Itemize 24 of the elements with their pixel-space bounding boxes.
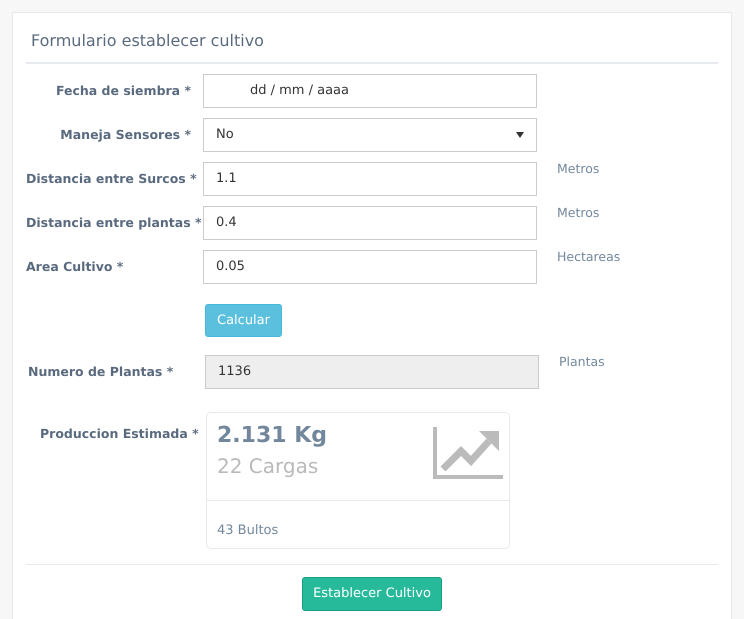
unit-label: Hectareas <box>557 248 620 266</box>
input-field[interactable]: 0.05 <box>203 250 537 284</box>
bundles-value: 43 Bultos <box>217 522 278 540</box>
unit-label: Metros <box>557 204 600 222</box>
unit-label: Plantas <box>559 353 605 371</box>
select-field[interactable]: No <box>203 118 537 152</box>
readonly-field: 1136 <box>205 355 539 389</box>
field-label: Fecha de siembra * <box>56 82 191 100</box>
unit-label: Metros <box>557 160 600 178</box>
field-label: Numero de Plantas * <box>28 362 174 381</box>
field-label: Maneja Sensores * <box>60 126 191 144</box>
form-title: Formulario establecer cultivo <box>26 29 718 64</box>
line-chart-icon <box>433 427 503 481</box>
field-label: Distancia entre Surcos * <box>26 170 197 188</box>
field-label: Distancia entre plantas * <box>26 214 202 232</box>
dropdown-arrow-icon <box>516 132 524 138</box>
date-field[interactable]: dd / mm / aaaa <box>203 74 537 108</box>
input-field[interactable]: 0.4 <box>203 206 537 240</box>
loads-value: 22 Cargas <box>217 453 320 480</box>
date-placeholder: dd / mm / aaaa <box>250 82 349 100</box>
field-label: Produccion Estimada * <box>40 426 199 441</box>
input-field[interactable]: 1.1 <box>203 162 537 196</box>
field-label: Area Cultivo * <box>26 258 124 276</box>
weight-value: 2.131 Kg <box>217 422 328 450</box>
